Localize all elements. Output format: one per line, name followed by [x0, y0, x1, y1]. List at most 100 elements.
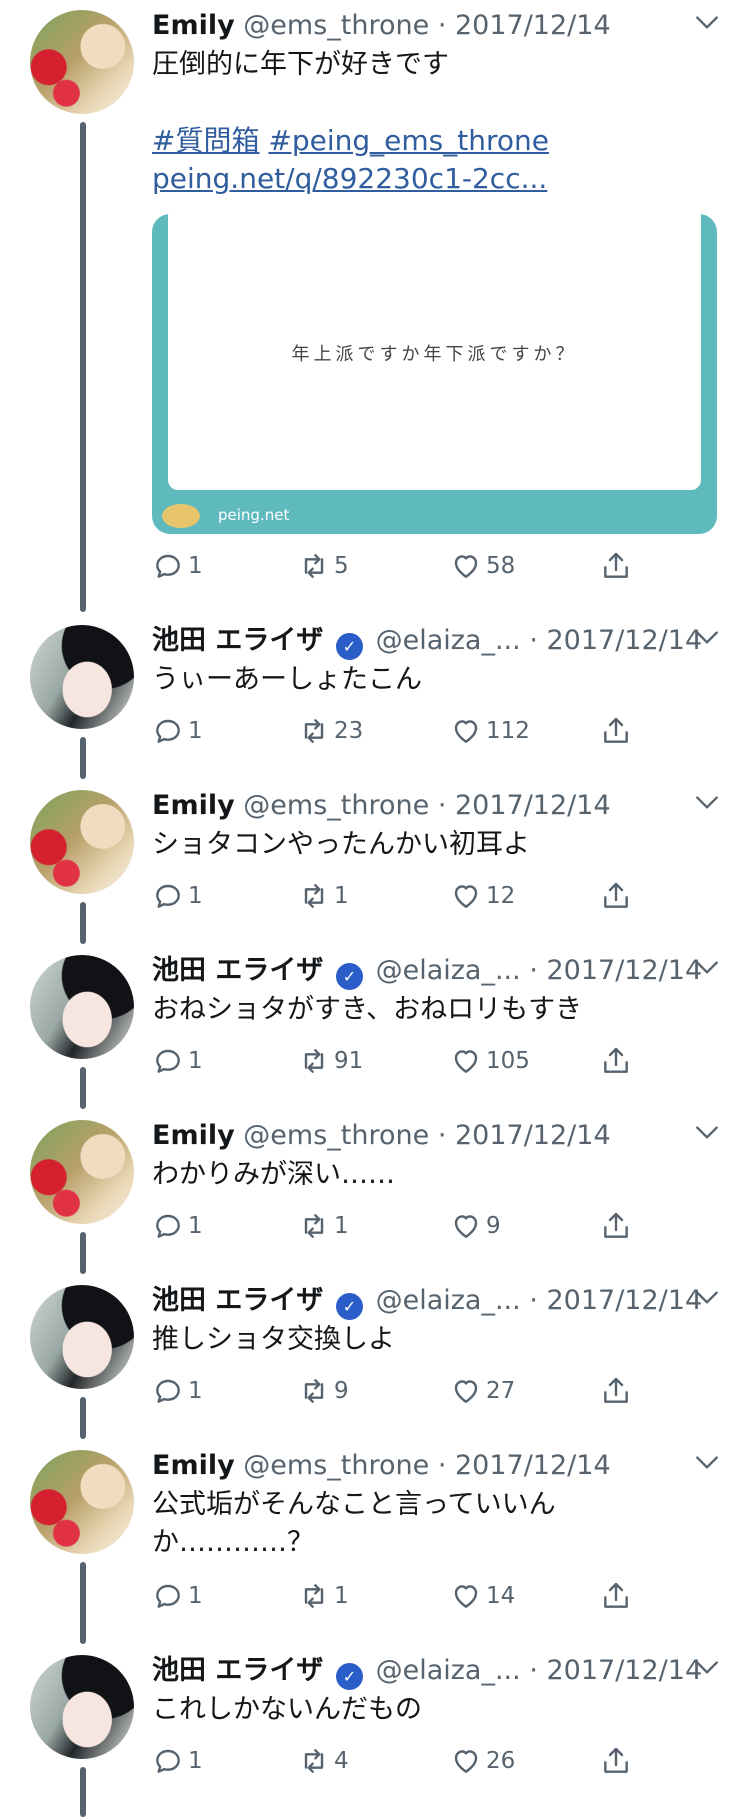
reply-button[interactable]: 1 [152, 1043, 203, 1079]
tweet[interactable]: 池田 エライザ ✓ @elaiza_... · 2017/12/14 おねショタ… [0, 945, 750, 1109]
chevron-down-icon[interactable] [694, 955, 720, 981]
display-name[interactable]: Emily [152, 790, 235, 821]
avatar[interactable] [30, 790, 134, 894]
like-button[interactable]: 26 [450, 1743, 515, 1779]
share-button[interactable] [600, 1373, 636, 1409]
tweet[interactable]: 池田 エライザ ✓ @elaiza_... · 2017/12/14 推しショタ… [0, 1275, 750, 1439]
avatar[interactable] [30, 1450, 134, 1554]
url-link[interactable]: peing.net/q/892230c1-2cc... [152, 162, 547, 195]
separator-dot: · [437, 10, 447, 41]
reply-icon [156, 1749, 180, 1773]
tweet[interactable]: Emily @ems_throne · 2017/12/14 わかりみが深い……… [0, 1110, 750, 1274]
avatar[interactable] [30, 625, 134, 729]
like-button[interactable]: 105 [450, 1043, 530, 1079]
share-button[interactable] [600, 1208, 636, 1244]
tweet[interactable]: 池田 エライザ ✓ @elaiza_... · 2017/12/14 これしかな… [0, 1645, 750, 1817]
reply-button[interactable]: 1 [152, 713, 203, 749]
username[interactable]: @elaiza_... [376, 1655, 521, 1686]
retweet-button[interactable]: 1 [298, 1208, 349, 1244]
reply-button[interactable]: 1 [152, 1373, 203, 1409]
timestamp[interactable]: 2017/12/14 [547, 1655, 703, 1686]
thread-line [80, 122, 86, 612]
retweet-button[interactable]: 9 [298, 1373, 349, 1409]
username[interactable]: @elaiza_... [376, 1285, 521, 1316]
display-name[interactable]: Emily [152, 1450, 235, 1481]
username[interactable]: @ems_throne [243, 1120, 429, 1151]
tweet[interactable]: 池田 エライザ ✓ @elaiza_... · 2017/12/14 うぃーあー… [0, 615, 750, 779]
like-button[interactable]: 9 [450, 1208, 501, 1244]
reply-count: 1 [188, 1213, 203, 1239]
separator-dot: · [529, 1655, 538, 1686]
like-button[interactable]: 27 [450, 1373, 515, 1409]
avatar[interactable] [30, 1285, 134, 1389]
chevron-down-icon[interactable] [694, 1120, 720, 1146]
share-icon [604, 1212, 628, 1238]
retweet-button[interactable]: 1 [298, 1578, 349, 1614]
share-button[interactable] [600, 1578, 636, 1614]
separator-dot: · [437, 1120, 447, 1151]
like-button[interactable]: 112 [450, 713, 530, 749]
timestamp[interactable]: 2017/12/14 [547, 955, 703, 986]
display-name[interactable]: 池田 エライザ [152, 1285, 323, 1316]
share-button[interactable] [600, 713, 636, 749]
share-button[interactable] [600, 1043, 636, 1079]
share-button[interactable] [600, 1743, 636, 1779]
chevron-down-icon[interactable] [694, 1285, 720, 1311]
like-button[interactable]: 12 [450, 878, 515, 914]
avatar[interactable] [30, 1120, 134, 1224]
chevron-down-icon[interactable] [694, 10, 720, 36]
timestamp[interactable]: 2017/12/14 [455, 1120, 611, 1151]
timestamp[interactable]: 2017/12/14 [547, 625, 703, 656]
reply-icon [156, 1379, 180, 1403]
like-count: 14 [486, 1583, 516, 1609]
timestamp[interactable]: 2017/12/14 [455, 790, 611, 821]
retweet-button[interactable]: 23 [298, 713, 363, 749]
hashtag-link[interactable]: #質問箱 [152, 124, 259, 157]
timestamp[interactable]: 2017/12/14 [547, 1285, 703, 1316]
tweet[interactable]: Emily @ems_throne · 2017/12/14 公式垢がそんなこと… [0, 1440, 750, 1644]
reply-button[interactable]: 1 [152, 1208, 203, 1244]
reply-button[interactable]: 1 [152, 1743, 203, 1779]
tweet-header: 池田 エライザ ✓ @elaiza_... · 2017/12/14 [152, 1283, 720, 1320]
chevron-down-icon[interactable] [694, 790, 720, 816]
display-name[interactable]: Emily [152, 1120, 235, 1151]
separator-dot: · [529, 955, 538, 986]
reply-button[interactable]: 1 [152, 1578, 203, 1614]
reply-button[interactable]: 1 [152, 878, 203, 914]
display-name[interactable]: Emily [152, 10, 235, 41]
display-name[interactable]: 池田 エライザ [152, 1655, 323, 1686]
timestamp[interactable]: 2017/12/14 [455, 1450, 611, 1481]
retweet-button[interactable]: 4 [298, 1743, 349, 1779]
reply-button[interactable]: 1 [152, 548, 203, 584]
username[interactable]: @elaiza_... [376, 955, 521, 986]
username[interactable]: @ems_throne [243, 790, 429, 821]
timestamp[interactable]: 2017/12/14 [455, 10, 611, 41]
username[interactable]: @elaiza_... [376, 625, 521, 656]
display-name[interactable]: 池田 エライザ [152, 625, 323, 656]
action-bar: 1 23 112 [152, 713, 712, 749]
display-name[interactable]: 池田 エライザ [152, 955, 323, 986]
tweet-header: 池田 エライザ ✓ @elaiza_... · 2017/12/14 [152, 953, 720, 990]
chevron-down-icon[interactable] [694, 1450, 720, 1476]
share-button[interactable] [600, 548, 636, 584]
retweet-button[interactable]: 1 [298, 878, 349, 914]
retweet-button[interactable]: 91 [298, 1043, 363, 1079]
share-button[interactable] [600, 878, 636, 914]
hashtag-link[interactable]: #peing_ems_throne [268, 124, 549, 157]
username[interactable]: @ems_throne [243, 1450, 429, 1481]
reply-count: 1 [188, 1748, 203, 1774]
avatar[interactable] [30, 955, 134, 1059]
chevron-down-icon[interactable] [694, 625, 720, 651]
chevron-down-icon[interactable] [694, 1655, 720, 1681]
retweet-button[interactable]: 5 [298, 548, 349, 584]
tweet[interactable]: Emily @ems_throne · 2017/12/14 ショタコンやったん… [0, 780, 750, 944]
like-button[interactable]: 58 [450, 548, 515, 584]
link-card[interactable]: 年上派ですか年下派ですか？ peing.net [152, 214, 717, 534]
like-count: 9 [486, 1213, 501, 1239]
thread-line [80, 1562, 86, 1644]
avatar[interactable] [30, 1655, 134, 1759]
avatar[interactable] [30, 10, 134, 114]
username[interactable]: @ems_throne [243, 10, 429, 41]
tweet[interactable]: Emily @ems_throne · 2017/12/14 圧倒的に年下が好き… [0, 0, 750, 612]
like-button[interactable]: 14 [450, 1578, 515, 1614]
